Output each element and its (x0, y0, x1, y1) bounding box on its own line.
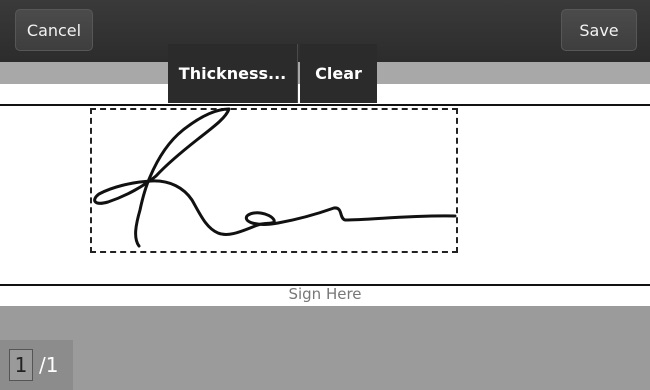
page-indicator: 1 /1 (0, 340, 73, 390)
clear-menu-item[interactable]: Clear (300, 44, 377, 103)
thickness-menu-item[interactable]: Thickness... (168, 44, 298, 103)
total-pages-label: /1 (39, 353, 59, 377)
current-page-box[interactable]: 1 (9, 349, 33, 381)
